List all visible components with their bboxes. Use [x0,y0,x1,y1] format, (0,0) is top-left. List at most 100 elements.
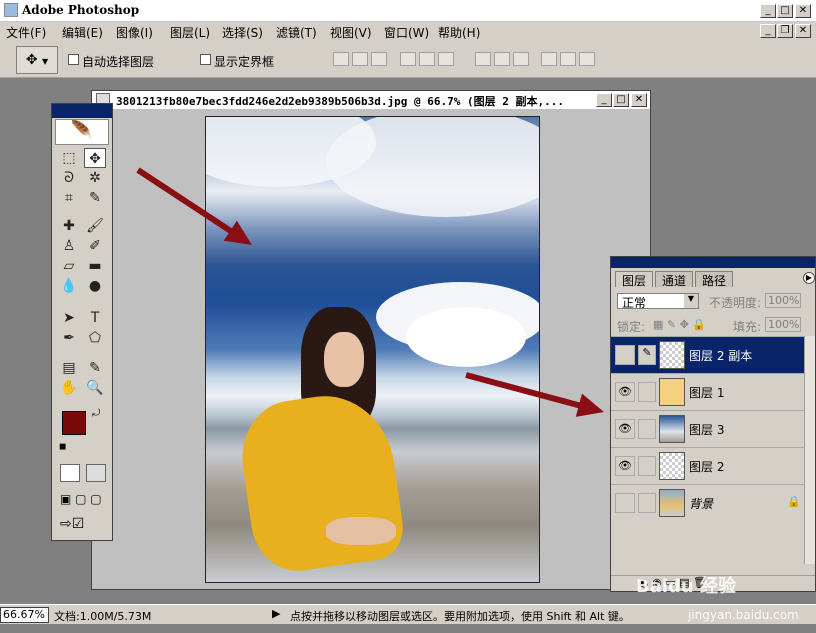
notes-tool-icon[interactable]: ▤ [58,358,80,378]
align-vcenter-icon[interactable] [352,52,368,66]
hand-tool-icon[interactable]: ✋ [58,378,80,398]
layer-name: 图层 1 [689,386,725,400]
layer-row[interactable]: ✎ 图层 2 副本 [611,336,804,373]
blend-mode-select[interactable]: 正常 ▼ [617,293,699,310]
tab-paths[interactable]: 路径 [695,271,734,288]
doc-window-minimize-button[interactable]: _ [596,93,612,107]
menu-window[interactable]: 窗口(W) [384,24,429,41]
menu-help[interactable]: 帮助(H) [438,24,480,41]
eyedropper-icon[interactable]: ✎ [84,358,106,378]
path-select-icon[interactable]: ➤ [58,308,80,328]
menu-select[interactable]: 选择(S) [222,24,263,41]
quick-mask-icon[interactable] [86,464,106,482]
align-bottom-icon[interactable] [371,52,387,66]
healing-brush-icon[interactable]: ✚ [58,216,80,236]
default-colors-icon[interactable]: ◼ [59,442,66,452]
lock-icon: 🔒 [787,495,801,508]
slice-tool-icon[interactable]: ✎ [84,188,106,208]
toolbox-title-bar[interactable] [52,104,112,118]
shape-tool-icon[interactable]: ⬠ [84,328,106,348]
doc-minimize-button[interactable]: _ [760,24,776,38]
type-tool-icon[interactable]: T [84,308,106,328]
eraser-tool-icon[interactable]: ▱ [58,256,80,276]
layer-thumbnail [659,341,685,369]
blur-tool-icon[interactable]: 💧 [58,276,80,296]
distribute-vcenter-icon[interactable] [494,52,510,66]
menu-image[interactable]: 图像(I) [116,24,153,41]
clone-stamp-icon[interactable]: ♙ [58,236,80,256]
feather-logo-icon[interactable]: 🪶 [55,119,109,145]
swap-colors-icon[interactable]: ⤾ [92,408,100,419]
layer-row[interactable]: 👁 图层 3 [611,410,804,447]
layer-row[interactable]: 背景 🔒 [611,484,804,521]
crop-tool-icon[interactable]: ⌗ [58,188,80,208]
menu-view[interactable]: 视图(V) [330,24,372,41]
zoom-input[interactable]: 66.67% [0,607,49,623]
move-tool-preset-picker[interactable]: ✥ ▼ [16,46,58,74]
lock-icons[interactable]: ▦ ✎ ✥ 🔒 [653,318,706,331]
layer-row[interactable]: 👁 图层 1 [611,373,804,410]
visibility-toggle[interactable] [615,345,635,365]
screen-mode-icons[interactable]: ▣ ▢ ▢ [60,492,102,506]
opacity-input[interactable]: 100% [765,293,801,308]
eye-icon[interactable]: 👁 [615,419,635,439]
doc-restore-button[interactable]: ❐ [777,24,793,38]
menu-filter[interactable]: 滤镜(T) [276,24,317,41]
brush-tool-icon[interactable]: 🖌 [84,216,106,236]
distribute-left-icon[interactable] [541,52,557,66]
layers-panel-title-bar[interactable] [611,257,815,268]
layers-scrollbar[interactable] [804,336,815,564]
close-button[interactable]: ✕ [795,4,811,18]
doc-close-button[interactable]: ✕ [795,24,811,38]
lock-label: 锁定: [617,320,646,334]
align-hcenter-icon[interactable] [419,52,435,66]
tab-layers[interactable]: 图层 [615,271,654,288]
tab-channels[interactable]: 通道 [655,271,694,288]
show-bounds-checkbox[interactable] [200,54,211,65]
align-left-icon[interactable] [400,52,416,66]
maximize-button[interactable]: □ [777,4,793,18]
panel-menu-button[interactable]: ▶ [803,272,815,284]
menu-layer[interactable]: 图层(L) [170,24,210,41]
distribute-right-icon[interactable] [579,52,595,66]
layer-thumbnail [659,378,685,406]
image-canvas[interactable] [205,116,540,583]
auto-select-checkbox[interactable] [68,54,79,65]
gradient-tool-icon[interactable]: ▬ [84,256,106,276]
lasso-tool-icon[interactable]: ᘐ [58,168,80,188]
distribute-hcenter-icon[interactable] [560,52,576,66]
distribute-top-icon[interactable] [475,52,491,66]
foreground-color-swatch[interactable] [62,411,86,435]
align-top-icon[interactable] [333,52,349,66]
eye-icon[interactable]: 👁 [615,382,635,402]
link-box[interactable] [638,382,656,402]
dodge-tool-icon[interactable]: ● [84,276,106,296]
zoom-tool-icon[interactable]: 🔍 [84,378,106,398]
doc-window-close-button[interactable]: ✕ [631,93,647,107]
standard-mode-icon[interactable] [60,464,80,482]
menu-file[interactable]: 文件(F) [6,24,46,41]
link-box[interactable] [638,456,656,476]
visibility-toggle[interactable] [615,493,635,513]
fill-input[interactable]: 100% [765,317,801,332]
minimize-button[interactable]: _ [760,4,776,18]
align-right-icon[interactable] [438,52,454,66]
history-brush-icon[interactable]: ✐ [84,236,106,256]
link-box[interactable] [638,493,656,513]
layer-row[interactable]: 👁 图层 2 [611,447,804,484]
doc-window-maximize-button[interactable]: □ [613,93,629,107]
pen-tool-icon[interactable]: ✒ [58,328,80,348]
jump-to-imageready-icon[interactable]: ⇨☑ [60,516,84,532]
distribute-bottom-icon[interactable] [513,52,529,66]
layer-name: 图层 2 [689,460,725,474]
show-bounds-label: 显示定界框 [214,55,275,69]
document-title-bar[interactable]: 3801213fb80e7bec3fdd246e2d2eb9389b506b3d… [92,91,650,109]
magic-wand-icon[interactable]: ✲ [84,168,106,188]
menu-edit[interactable]: 编辑(E) [62,24,103,41]
eye-icon[interactable]: 👁 [615,456,635,476]
move-tool-icon[interactable]: ✥ [84,148,106,168]
link-box[interactable] [638,419,656,439]
status-arrow-icon[interactable]: ▶ [272,607,280,620]
app-title-bar: Adobe Photoshop _ □ ✕ [0,0,816,22]
marquee-tool-icon[interactable]: ⬚ [58,148,80,168]
